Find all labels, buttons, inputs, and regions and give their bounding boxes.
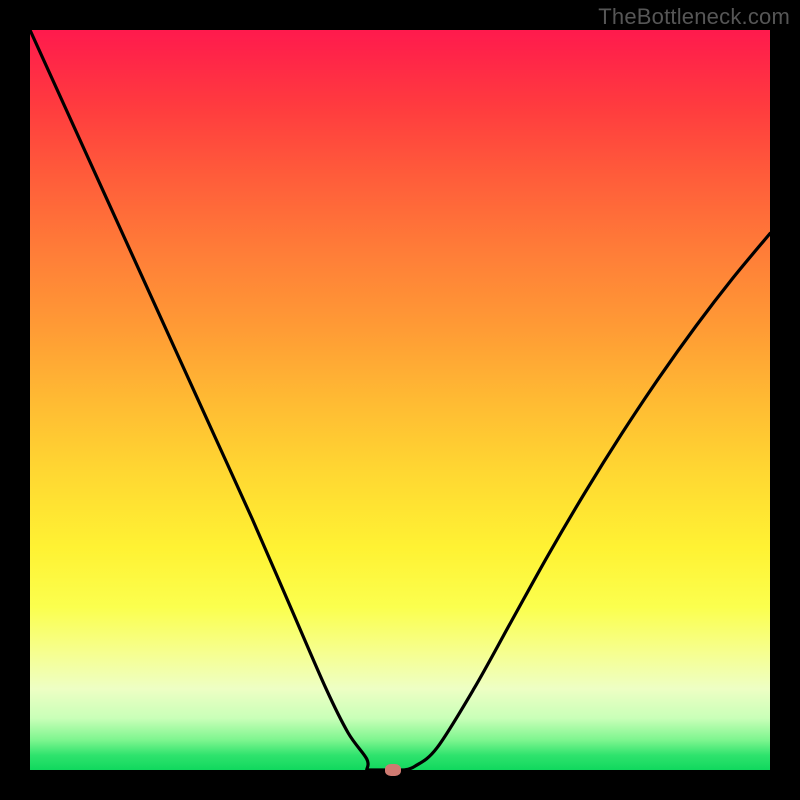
curve-svg [30,30,770,770]
min-marker [385,764,401,776]
bottleneck-curve [30,30,770,770]
plot-area [30,30,770,770]
watermark-text: TheBottleneck.com [598,4,790,30]
chart-frame: TheBottleneck.com [0,0,800,800]
